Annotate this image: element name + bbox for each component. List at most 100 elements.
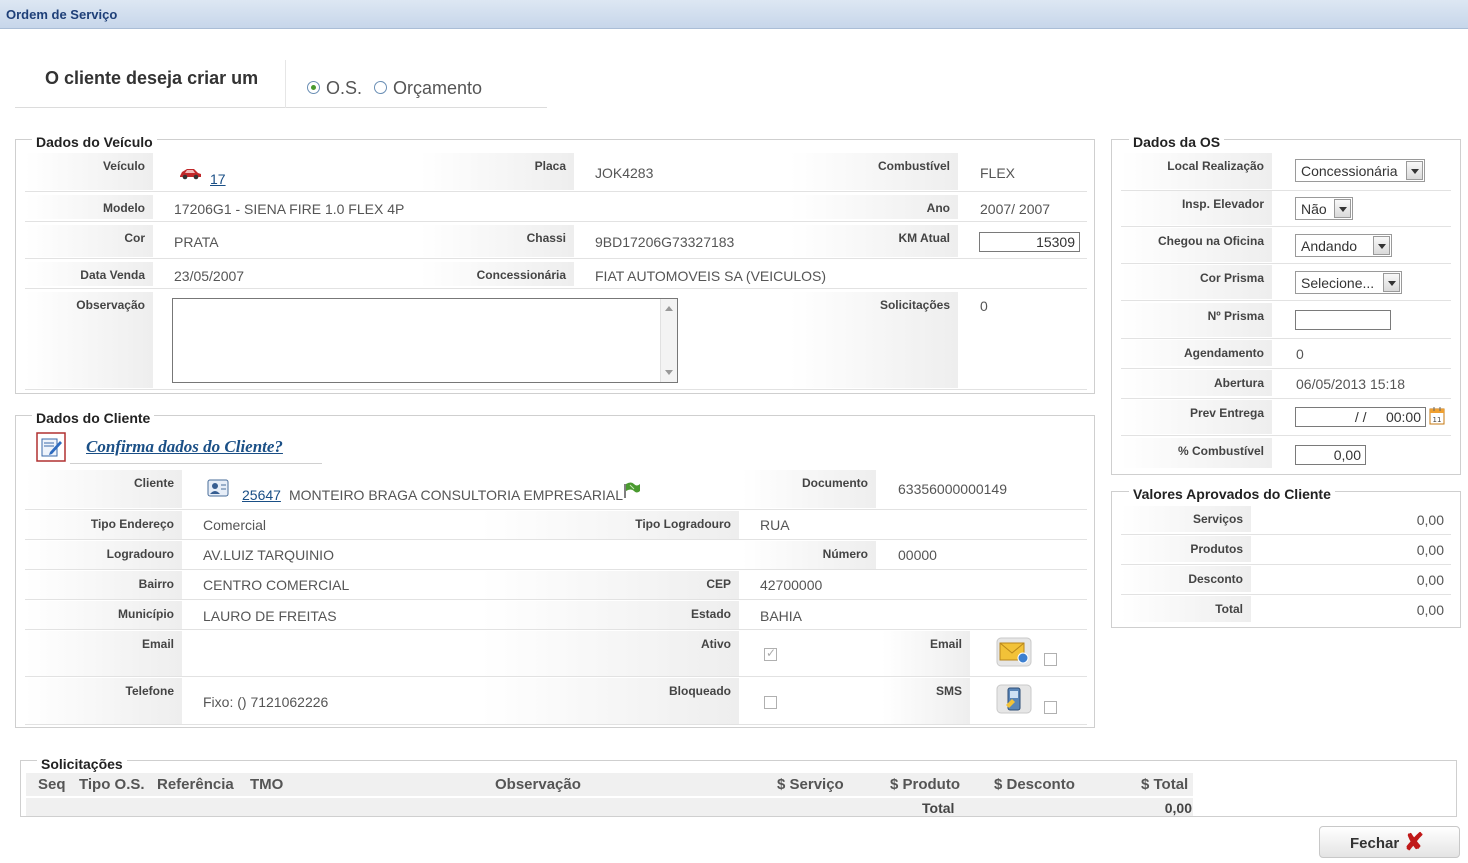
close-button[interactable]: Fechar ✘ bbox=[1319, 826, 1460, 858]
label-agendamento: Agendamento bbox=[1121, 340, 1272, 366]
svg-text:11: 11 bbox=[1433, 416, 1442, 424]
col-desconto: $ Desconto bbox=[994, 776, 1075, 793]
label-placa: Placa bbox=[420, 153, 574, 190]
label-ativo: Ativo bbox=[481, 631, 739, 676]
local-select[interactable]: Concessionária bbox=[1295, 159, 1425, 182]
value-numero: 00000 bbox=[898, 547, 937, 563]
radio-orcamento[interactable] bbox=[374, 81, 387, 94]
value-combustivel: FLEX bbox=[980, 165, 1016, 181]
label-cliente: Cliente bbox=[25, 470, 182, 508]
value-modelo: 17206G1 - SIENA FIRE 1.0 FLEX 4P bbox=[174, 201, 405, 217]
label-tipo-logradouro: Tipo Logradouro bbox=[481, 511, 739, 539]
choice-divider bbox=[285, 60, 286, 108]
chevron-down-icon bbox=[1383, 273, 1400, 292]
edit-icon[interactable] bbox=[36, 432, 66, 465]
value-cep: 42700000 bbox=[760, 577, 823, 593]
document-type-choice: O cliente deseja criar um O.S. Orçamento bbox=[15, 60, 547, 108]
value-agendamento: 0 bbox=[1296, 346, 1304, 362]
calendar-icon[interactable]: 11 bbox=[1429, 406, 1445, 428]
value-cor: PRATA bbox=[174, 234, 219, 250]
col-observacao: Observação bbox=[495, 776, 581, 793]
sms-checkbox[interactable] bbox=[1044, 701, 1057, 714]
window-title: Ordem de Serviço bbox=[0, 0, 1468, 29]
label-cor-prisma: Cor Prisma bbox=[1121, 265, 1272, 299]
label-veiculo: Veículo bbox=[25, 153, 153, 190]
label-n-prisma: Nº Prisma bbox=[1121, 303, 1272, 337]
label-modelo: Modelo bbox=[25, 195, 153, 219]
requests-legend: Solicitações bbox=[37, 756, 127, 772]
close-icon: ✘ bbox=[1404, 829, 1425, 856]
observacao-textarea[interactable] bbox=[172, 298, 678, 383]
bloqueado-checkbox[interactable] bbox=[764, 696, 777, 709]
label-bloqueado: Bloqueado bbox=[481, 678, 739, 724]
label-observacao: Observação bbox=[25, 292, 153, 388]
label-bairro: Bairro bbox=[25, 571, 182, 599]
radio-orcamento-label[interactable]: Orçamento bbox=[393, 78, 482, 99]
value-solicitacoes: 0 bbox=[980, 298, 988, 314]
ativo-checkbox[interactable] bbox=[764, 646, 777, 661]
value-servicos: 0,00 bbox=[1416, 512, 1444, 528]
label-abertura: Abertura bbox=[1121, 370, 1272, 396]
chevron-down-icon bbox=[1334, 199, 1351, 218]
approved-values-legend: Valores Aprovados do Cliente bbox=[1129, 486, 1335, 502]
label-ano: Ano bbox=[790, 195, 958, 219]
radio-os[interactable] bbox=[307, 81, 320, 94]
value-data-venda: 23/05/2007 bbox=[174, 268, 245, 284]
km-input[interactable]: 15309 bbox=[979, 232, 1080, 252]
car-icon bbox=[178, 166, 202, 183]
label-email: Email bbox=[25, 631, 182, 676]
value-logradouro: AV.LUIZ TARQUINIO bbox=[203, 547, 334, 563]
email-notify-checkbox[interactable] bbox=[1044, 653, 1057, 666]
col-total: $ Total bbox=[1141, 776, 1189, 793]
elevador-select[interactable]: Não bbox=[1295, 197, 1353, 220]
label-local: Local Realização bbox=[1121, 153, 1272, 189]
label-prev-entrega: Prev Entrega bbox=[1121, 400, 1272, 434]
close-button-label: Fechar bbox=[1350, 835, 1400, 852]
label-elevador: Insp. Elevador bbox=[1121, 191, 1272, 225]
radio-os-label[interactable]: O.S. bbox=[326, 78, 362, 99]
requests-total-label: Total bbox=[922, 800, 955, 816]
chegou-select[interactable]: Andando bbox=[1295, 234, 1392, 257]
label-tipo-endereco: Tipo Endereço bbox=[25, 511, 182, 539]
col-referencia: Referência bbox=[157, 776, 234, 793]
label-data-venda: Data Venda bbox=[25, 262, 153, 286]
chevron-down-icon bbox=[1406, 161, 1423, 180]
label-municipio: Município bbox=[25, 601, 182, 629]
label-chassi: Chassi bbox=[420, 225, 574, 257]
label-total: Total bbox=[1121, 596, 1251, 622]
value-bairro: CENTRO COMERCIAL bbox=[203, 577, 350, 593]
label-documento: Documento bbox=[742, 470, 876, 508]
label-solicitacoes: Solicitações bbox=[790, 292, 958, 388]
prev-entrega-input[interactable]: / / 00:00 bbox=[1295, 407, 1426, 427]
requests-total-row bbox=[26, 798, 1193, 816]
value-telefone: Fixo: () 7121062226 bbox=[203, 694, 329, 710]
pct-combustivel-input[interactable]: 0,00 bbox=[1295, 445, 1366, 465]
client-code-link[interactable]: 25647 bbox=[242, 487, 281, 503]
n-prisma-input[interactable] bbox=[1295, 310, 1391, 330]
observacao-scrollbar[interactable] bbox=[660, 299, 677, 382]
flag-icon[interactable] bbox=[621, 481, 641, 502]
choice-question: O cliente deseja criar um bbox=[45, 68, 259, 88]
value-chassi: 9BD17206G73327183 bbox=[595, 234, 735, 250]
value-desconto: 0,00 bbox=[1416, 572, 1444, 588]
label-telefone: Telefone bbox=[25, 678, 182, 724]
cor-prisma-select[interactable]: Selecione... bbox=[1295, 271, 1402, 294]
col-produto: $ Produto bbox=[890, 776, 960, 793]
label-pct-combustivel: % Combustível bbox=[1121, 438, 1272, 468]
value-produtos: 0,00 bbox=[1416, 542, 1444, 558]
vehicle-legend: Dados do Veículo bbox=[32, 134, 157, 150]
value-cliente-name: MONTEIRO BRAGA CONSULTORIA EMPRESARIAL bbox=[289, 487, 623, 503]
vehicle-code-link[interactable]: 17 bbox=[210, 171, 226, 187]
label-logradouro: Logradouro bbox=[25, 541, 182, 569]
value-documento: 63356000000149 bbox=[898, 481, 1008, 497]
col-seq: Seq bbox=[38, 776, 66, 793]
label-km: KM Atual bbox=[790, 225, 958, 257]
mobile-phone-icon bbox=[996, 684, 1032, 717]
col-tmo: TMO bbox=[250, 776, 284, 793]
label-numero: Número bbox=[742, 541, 876, 569]
confirm-client-link[interactable]: Confirma dados do Cliente? bbox=[86, 437, 283, 457]
requests-total-value: 0,00 bbox=[1164, 800, 1192, 816]
value-tipo-logradouro: RUA bbox=[760, 517, 790, 533]
label-email-notify: Email bbox=[882, 631, 970, 676]
client-card-icon bbox=[207, 478, 229, 501]
